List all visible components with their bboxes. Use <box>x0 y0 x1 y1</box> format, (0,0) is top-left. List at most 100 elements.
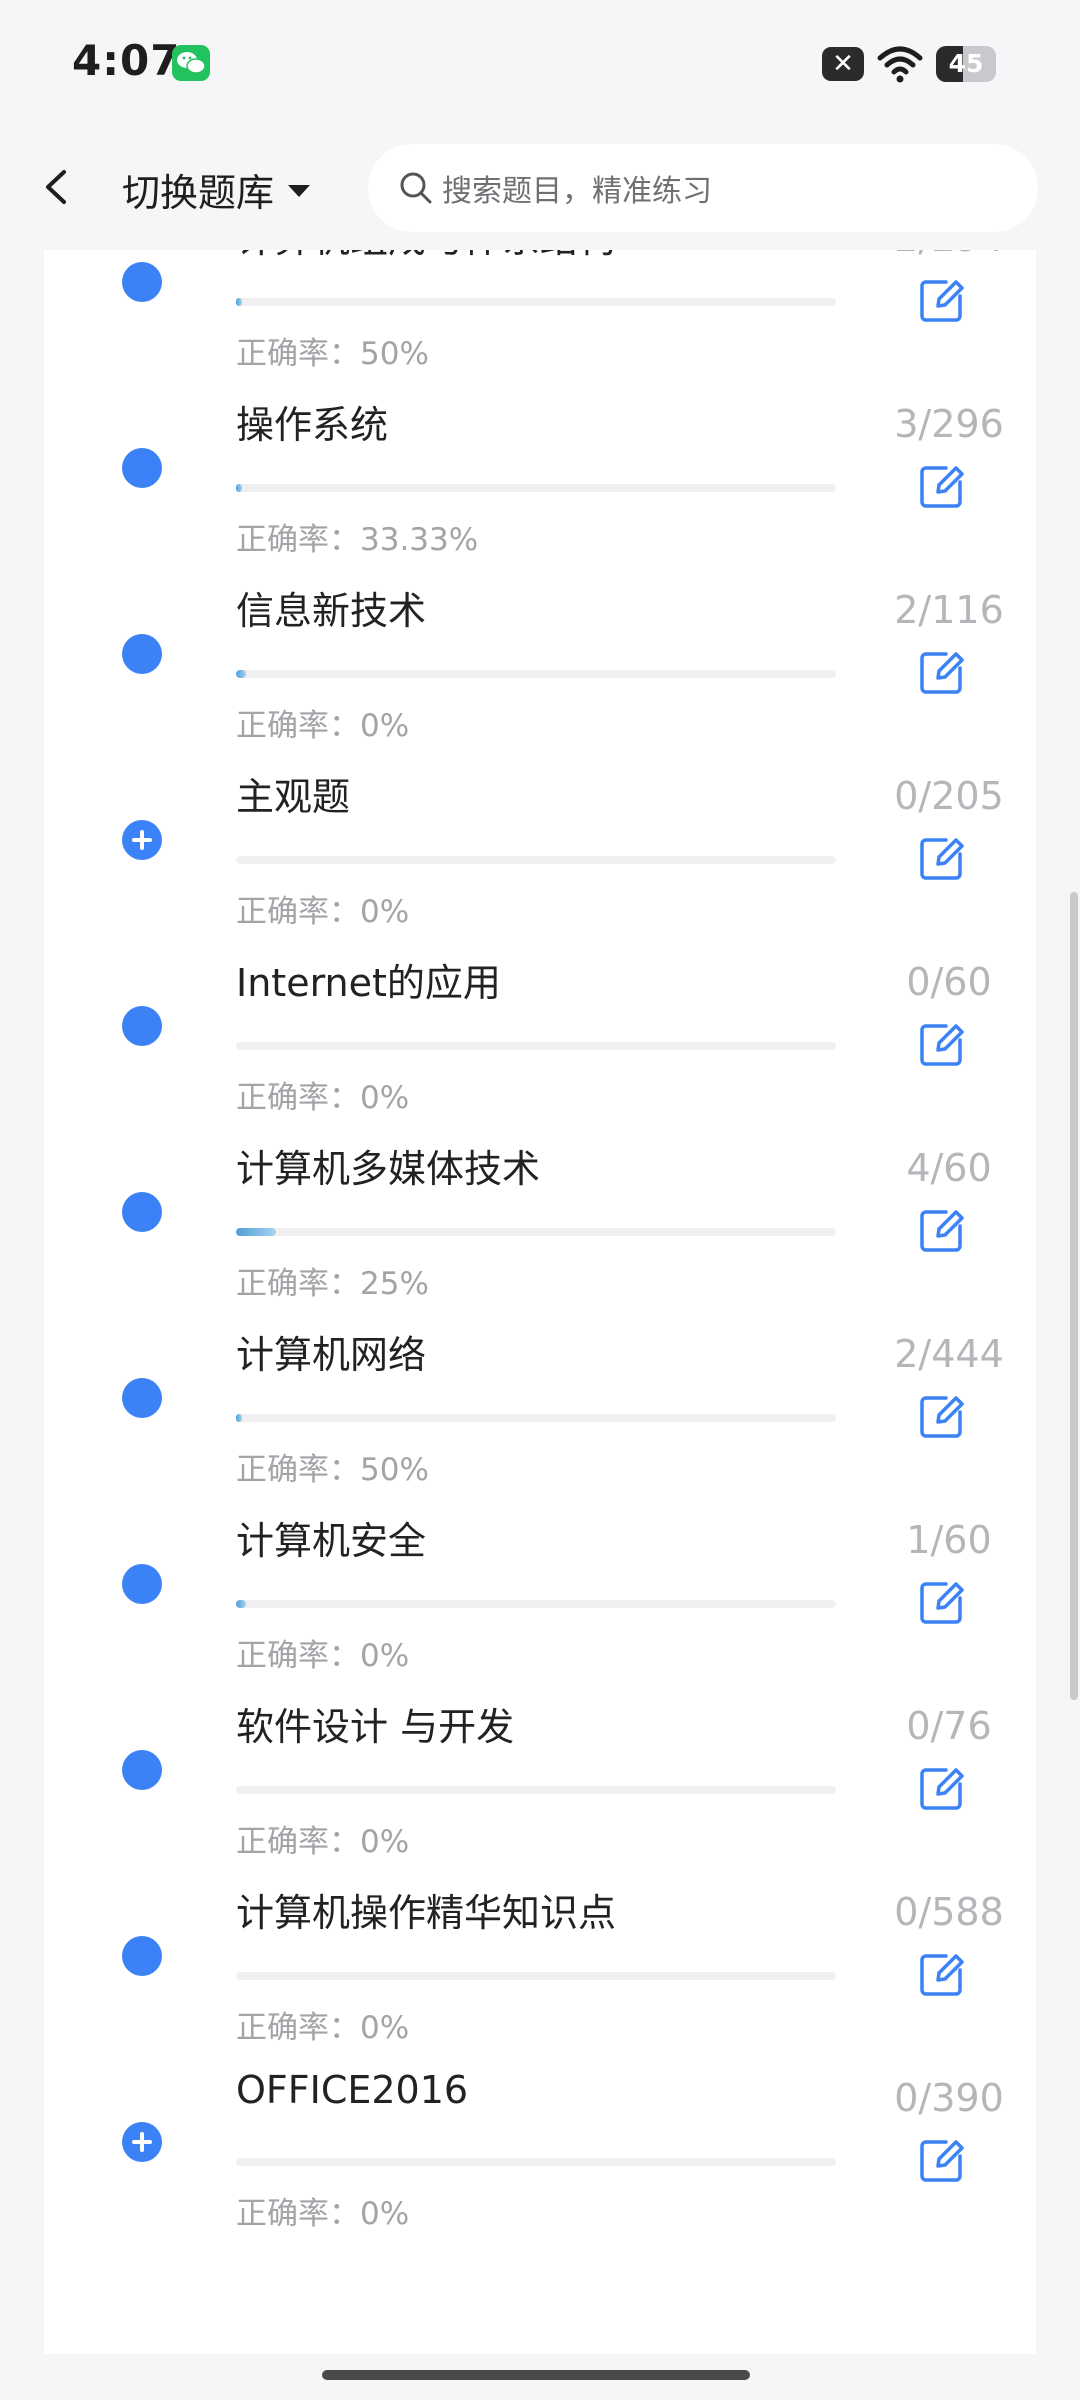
list-item[interactable]: 计算机网络 正确率：50% 2/444 <box>44 1284 1036 1488</box>
list-item[interactable]: Internet的应用 正确率：0% 0/60 <box>44 912 1036 1116</box>
edit-icon <box>920 652 964 694</box>
practice-edit-button[interactable] <box>916 1204 968 1256</box>
close-notification-icon: ✕ <box>822 47 864 81</box>
practice-edit-button[interactable] <box>916 274 968 326</box>
edit-icon <box>920 2140 964 2182</box>
item-title: OFFICE2016 <box>236 2068 469 2112</box>
item-title: 计算机网络 <box>236 1333 427 1377</box>
bullet-dot-icon <box>122 1564 162 1604</box>
item-count: 2/294 <box>844 250 1036 260</box>
bullet-dot-icon <box>122 634 162 674</box>
item-count: 0/390 <box>894 2076 1004 2120</box>
item-count: 0/205 <box>894 774 1004 818</box>
progress-track <box>236 1600 836 1608</box>
chapter-list: 计算机组成与体系结构正确率：50%2/294操作系统正确率：33.33%3/29… <box>44 250 1036 2354</box>
search-input[interactable]: 搜索题目，精准练习 <box>368 144 1038 232</box>
home-indicator[interactable] <box>322 2370 750 2380</box>
progress-track <box>236 1414 836 1422</box>
practice-edit-button[interactable] <box>916 2134 968 2186</box>
list-item[interactable]: 计算机多媒体技术 正确率：25% 4/60 <box>44 1098 1036 1302</box>
progress-track <box>236 856 836 864</box>
practice-edit-button[interactable] <box>916 832 968 884</box>
progress-track <box>236 484 836 492</box>
accuracy-label: 正确率：0% <box>236 2188 409 2233</box>
item-count: 2/116 <box>894 588 1004 632</box>
practice-edit-button[interactable] <box>916 1018 968 1070</box>
item-count: 0/588 <box>894 1890 1004 1934</box>
progress-track <box>236 2158 836 2166</box>
edit-icon <box>920 838 964 880</box>
battery-indicator: 45 <box>936 46 996 82</box>
progress-fill <box>236 670 247 678</box>
item-count: 3/296 <box>894 402 1004 446</box>
search-placeholder: 搜索题目，精准练习 <box>442 174 712 209</box>
progress-fill <box>236 1228 277 1236</box>
list-item[interactable]: OFFICE2016 正确率：0% 0/390 <box>44 2028 1036 2232</box>
edit-icon <box>920 1768 964 1810</box>
bullet-dot-icon <box>122 262 162 302</box>
list-item[interactable]: 软件设计 与开发 正确率：0% 0/76 <box>44 1656 1036 1860</box>
top-bar: 切换题库 搜索题目，精准练习 <box>0 126 1080 250</box>
back-button[interactable] <box>36 152 96 222</box>
chevron-left-icon <box>46 170 66 204</box>
progress-fill <box>236 1414 242 1422</box>
bullet-dot-icon <box>122 1006 162 1046</box>
list-item[interactable]: 主观题 正确率：0% 0/205 <box>44 726 1036 930</box>
status-time: 4:07 <box>72 36 181 85</box>
accuracy-prefix: 正确率： <box>236 2196 360 2232</box>
item-title: 计算机安全 <box>236 1519 427 1563</box>
search-icon <box>400 172 432 204</box>
expand-plus-icon[interactable] <box>122 820 162 860</box>
item-title: 软件设计 与开发 <box>236 1705 515 1749</box>
item-title: 操作系统 <box>236 403 389 447</box>
bullet-dot-icon <box>122 1192 162 1232</box>
switch-question-bank-label: 切换题库 <box>122 170 275 215</box>
item-count: 1/60 <box>906 1518 992 1562</box>
battery-level-text: 45 <box>948 49 984 78</box>
edit-icon <box>920 1954 964 1996</box>
edit-icon <box>920 466 964 508</box>
item-title: 计算机多媒体技术 <box>236 1147 541 1191</box>
item-title: 计算机组成与体系结构 <box>236 250 616 263</box>
item-title: 主观题 <box>236 775 351 819</box>
scrollbar[interactable] <box>1070 892 1078 1700</box>
bullet-dot-icon <box>122 1378 162 1418</box>
switch-question-bank-button[interactable]: 切换题库 <box>122 154 312 224</box>
list-item[interactable]: 操作系统 正确率：33.33% 3/296 <box>44 354 1036 558</box>
expand-plus-icon[interactable] <box>122 2122 162 2162</box>
practice-edit-button[interactable] <box>916 1390 968 1442</box>
bullet-dot-icon <box>122 448 162 488</box>
progress-fill <box>236 298 242 306</box>
wechat-notification-icon <box>172 45 210 81</box>
item-title: Internet的应用 <box>236 961 501 1005</box>
edit-icon <box>920 1396 964 1438</box>
progress-track <box>236 1228 836 1236</box>
list-item[interactable]: 计算机安全 正确率：0% 1/60 <box>44 1470 1036 1674</box>
edit-icon <box>920 1210 964 1252</box>
wifi-icon <box>877 46 923 83</box>
progress-fill <box>236 484 243 492</box>
item-count: 2/444 <box>894 1332 1004 1376</box>
list-item[interactable]: 计算机操作精华知识点 正确率：0% 0/588 <box>44 1842 1036 2046</box>
practice-edit-button[interactable] <box>916 460 968 512</box>
practice-edit-button[interactable] <box>916 646 968 698</box>
item-title: 信息新技术 <box>236 589 427 633</box>
bullet-dot-icon <box>122 1750 162 1790</box>
progress-track <box>236 1972 836 1980</box>
edit-icon <box>920 1024 964 1066</box>
list-item[interactable]: 计算机组成与体系结构正确率：50%2/294 <box>44 250 1036 372</box>
practice-edit-button[interactable] <box>916 1576 968 1628</box>
practice-edit-button[interactable] <box>916 1762 968 1814</box>
progress-track <box>236 298 836 306</box>
practice-edit-button[interactable] <box>916 1948 968 2000</box>
progress-track <box>236 1786 836 1794</box>
caret-down-icon <box>288 185 311 197</box>
item-title: 计算机操作精华知识点 <box>236 1891 617 1935</box>
edit-icon <box>920 1582 964 1624</box>
item-count: 0/76 <box>906 1704 992 1748</box>
progress-track <box>236 670 836 678</box>
list-item[interactable]: 信息新技术 正确率：0% 2/116 <box>44 540 1036 744</box>
progress-track <box>236 1042 836 1050</box>
progress-fill <box>236 1600 247 1608</box>
accuracy-value: 0% <box>360 2196 410 2232</box>
